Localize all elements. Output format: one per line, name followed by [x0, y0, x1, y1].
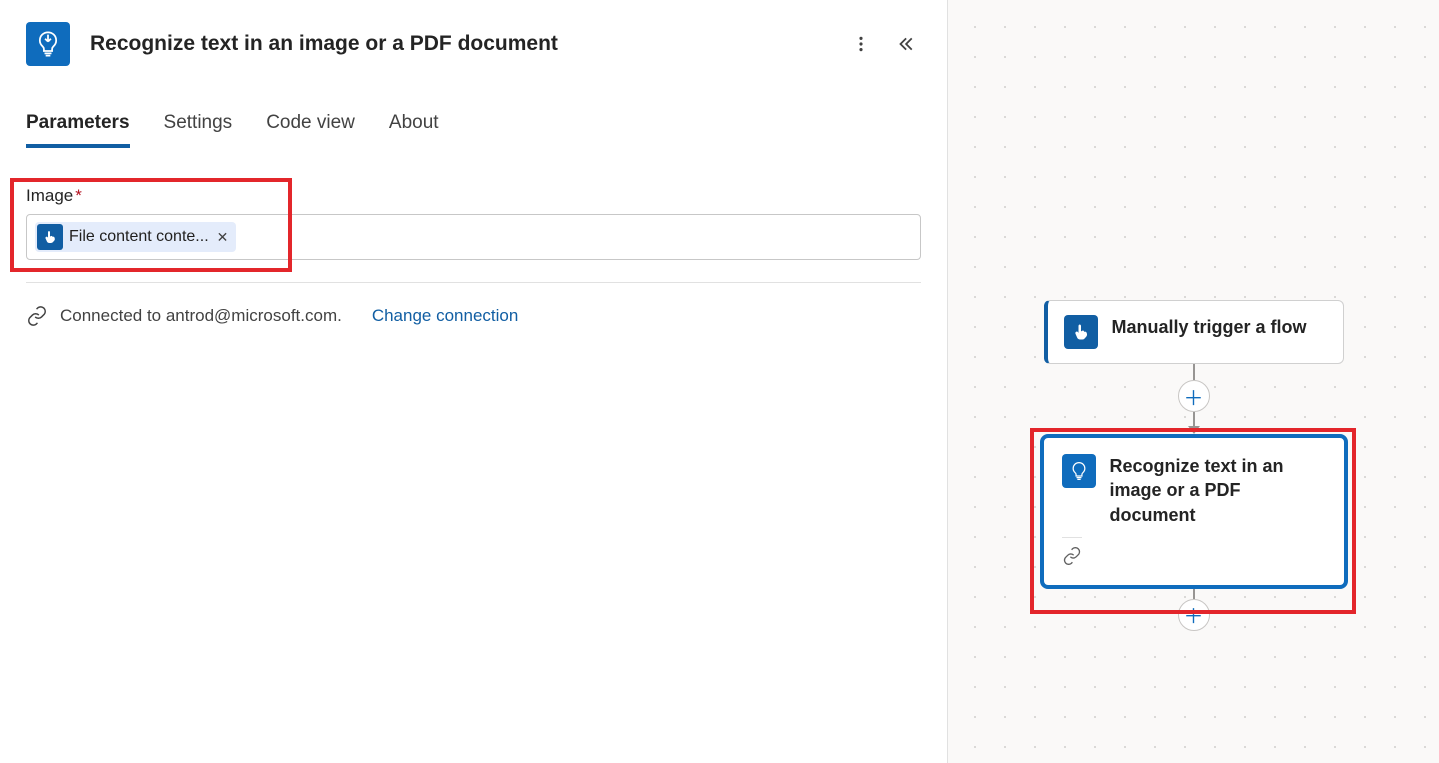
connection-text: Connected to antrod@microsoft.com. — [60, 306, 342, 326]
connector-line — [1193, 589, 1195, 599]
flow-column: Manually trigger a flow ＋ — [1040, 300, 1348, 631]
change-connection-link[interactable]: Change connection — [372, 306, 519, 326]
required-asterisk: * — [75, 186, 82, 205]
token-text: File content conte... — [69, 228, 209, 246]
more-menu-button[interactable] — [845, 28, 877, 60]
link-icon — [26, 305, 48, 327]
flow-canvas[interactable]: Manually trigger a flow ＋ — [948, 0, 1439, 763]
arrow-down-icon — [1188, 426, 1200, 434]
collapse-panel-button[interactable] — [889, 28, 921, 60]
tab-parameters[interactable]: Parameters — [26, 112, 130, 148]
flow-node-action[interactable]: Recognize text in an image or a PDF docu… — [1040, 434, 1348, 589]
touch-icon — [1064, 315, 1098, 349]
link-icon — [1062, 546, 1082, 571]
connector: ＋ — [1178, 589, 1210, 631]
ai-builder-icon — [26, 22, 70, 66]
param-label: Image* — [26, 186, 921, 206]
panel-header: Recognize text in an image or a PDF docu… — [0, 0, 947, 76]
flow-node-selected-wrap: Recognize text in an image or a PDF docu… — [1040, 434, 1348, 589]
tab-code-view[interactable]: Code view — [266, 112, 355, 148]
flow-node-trigger[interactable]: Manually trigger a flow — [1044, 300, 1344, 364]
tab-about[interactable]: About — [389, 112, 439, 148]
param-image: Image* File content conte... ✕ — [26, 186, 921, 260]
connector-line — [1193, 364, 1195, 380]
image-input[interactable]: File content conte... ✕ — [26, 214, 921, 260]
token-remove-button[interactable]: ✕ — [213, 229, 233, 246]
touch-icon — [37, 224, 63, 250]
node-title: Recognize text in an image or a PDF docu… — [1110, 454, 1326, 527]
connector: ＋ — [1178, 364, 1210, 434]
flow-node-inner: Recognize text in an image or a PDF docu… — [1050, 444, 1338, 579]
tabs: Parameters Settings Code view About — [0, 76, 947, 148]
node-title: Manually trigger a flow — [1112, 315, 1307, 339]
connection-row: Connected to antrod@microsoft.com. Chang… — [0, 283, 947, 349]
panel-title: Recognize text in an image or a PDF docu… — [90, 32, 833, 56]
add-step-button[interactable]: ＋ — [1178, 380, 1210, 412]
action-config-panel: Recognize text in an image or a PDF docu… — [0, 0, 948, 763]
dynamic-content-token[interactable]: File content conte... ✕ — [35, 222, 236, 252]
add-step-button[interactable]: ＋ — [1178, 599, 1210, 631]
node-footer — [1062, 537, 1082, 571]
param-label-text: Image — [26, 186, 73, 205]
ai-builder-icon — [1062, 454, 1096, 488]
tab-settings[interactable]: Settings — [164, 112, 233, 148]
